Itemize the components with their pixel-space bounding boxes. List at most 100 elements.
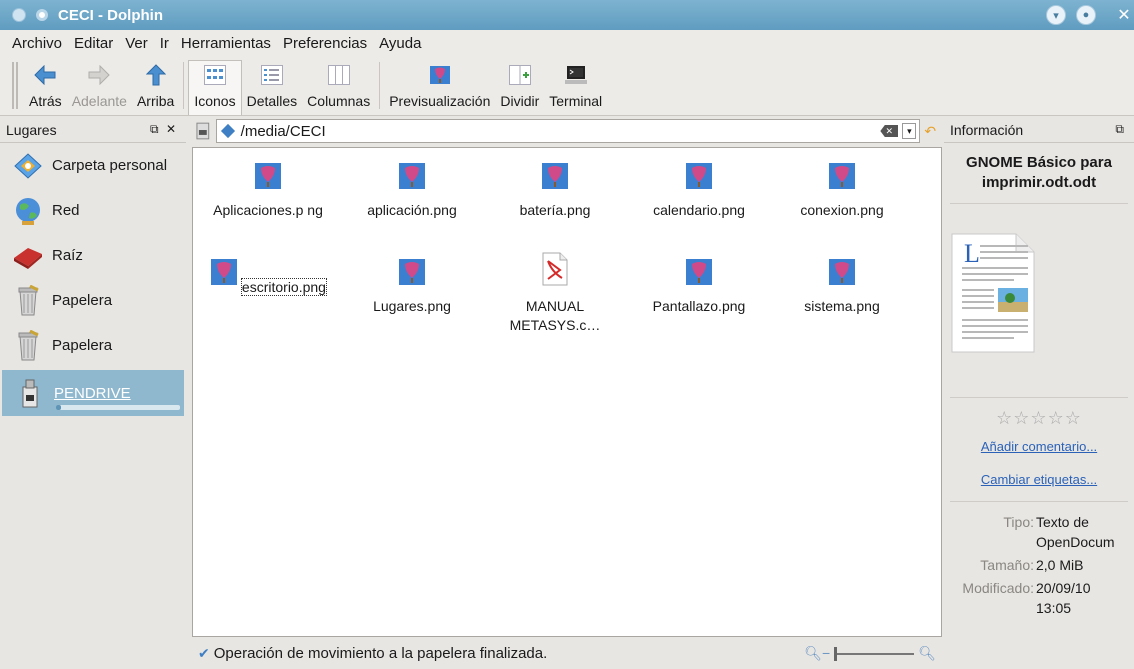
zoom-slider-handle[interactable] (834, 646, 838, 661)
menu-archivo[interactable]: Archivo (12, 35, 62, 52)
location-mode-icon[interactable] (194, 121, 212, 141)
window-menu-icon[interactable] (12, 8, 26, 22)
add-comment-link[interactable]: Añadir comentario... (944, 439, 1134, 454)
file-name: calendario.png (653, 202, 745, 218)
file-name: MANUAL METASYS.c… (509, 298, 601, 333)
float-panel-icon[interactable]: ⧉ (150, 122, 161, 136)
file-name: Pantallazo.png (652, 298, 746, 314)
usb-drive-icon (22, 379, 38, 408)
maximize-button[interactable]: ● (1076, 5, 1096, 25)
selected-file-name: GNOME Básico para imprimir.odt.odt (950, 143, 1128, 204)
file-name: escritorio.png (240, 278, 327, 296)
image-file-icon (686, 163, 712, 189)
place-label: PENDRIVE (54, 384, 131, 402)
file-item[interactable]: MANUAL METASYS.c… (485, 252, 625, 335)
file-item[interactable]: Pantallazo.png (629, 258, 769, 316)
terminal-button[interactable]: Terminal (544, 56, 607, 115)
places-panel-header: Lugares ⧉ ✕ (0, 117, 186, 143)
file-item[interactable]: sistema.png (772, 258, 912, 316)
info-panel-title: Información (950, 121, 1024, 138)
info-panel-header: Información ⧉ (944, 117, 1134, 143)
toolbar-grip[interactable] (12, 62, 18, 109)
place-label: Papelera (52, 292, 113, 309)
size-value: 2,0 MiB (1036, 557, 1084, 573)
minimize-button[interactable]: ▾ (1046, 5, 1066, 25)
zoom-out-icon[interactable]: 🔍︎− (804, 645, 830, 662)
float-panel-icon[interactable]: ⧉ (1115, 122, 1126, 136)
undo-icon[interactable]: ↶ (924, 123, 942, 140)
arrow-left-icon (33, 63, 57, 87)
up-button[interactable]: Arriba (132, 56, 179, 115)
file-item[interactable]: aplicación.png (342, 162, 482, 220)
split-label: Dividir (500, 93, 540, 109)
icons-view-button[interactable]: Iconos (188, 60, 242, 115)
menu-editar[interactable]: Editar (74, 35, 113, 52)
svg-text:L: L (964, 239, 980, 268)
file-view[interactable]: Aplicaciones.p ng aplicación.png batería… (192, 147, 942, 637)
split-view-icon (508, 63, 532, 87)
place-root[interactable]: Raíz (0, 233, 186, 278)
icons-view-icon (203, 63, 227, 87)
place-home[interactable]: Carpeta personal (0, 143, 186, 188)
close-button[interactable]: ✕ (1114, 5, 1134, 25)
columns-view-button[interactable]: Columnas (302, 56, 375, 115)
file-name: Lugares.png (373, 298, 451, 314)
terminal-label: Terminal (549, 93, 603, 109)
file-name: sistema.png (804, 298, 880, 314)
file-item[interactable]: Aplicaciones.p ng (198, 162, 338, 220)
place-pendrive[interactable]: PENDRIVE (2, 370, 184, 416)
place-network[interactable]: Red (0, 188, 186, 233)
file-item[interactable]: conexion.png (772, 162, 912, 220)
menu-ver[interactable]: Ver (125, 35, 148, 52)
document-preview-icon: L (951, 233, 1035, 353)
up-label: Arriba (136, 93, 175, 109)
zoom-slider[interactable] (834, 646, 915, 661)
image-file-icon (255, 163, 281, 189)
menu-ayuda[interactable]: Ayuda (379, 35, 421, 52)
file-name: aplicación.png (367, 202, 457, 218)
size-label: Tamaño: (980, 557, 1034, 573)
details-view-button[interactable]: Detalles (242, 56, 303, 115)
clear-location-icon[interactable]: ✕ (880, 125, 899, 137)
file-item[interactable]: escritorio.png (198, 258, 338, 297)
location-history-dropdown[interactable]: ▾ (902, 123, 917, 139)
file-name: Aplicaciones.p ng (213, 202, 323, 218)
toolbar-separator (379, 62, 381, 109)
status-bar: ✔ Operación de movimiento a la papelera … (192, 637, 942, 669)
forward-button[interactable]: Adelante (67, 56, 132, 115)
places-panel: Lugares ⧉ ✕ Carpeta personal Red Raíz Pa… (0, 117, 186, 669)
change-tags-link[interactable]: Cambiar etiquetas... (944, 472, 1134, 487)
menu-ir[interactable]: Ir (160, 35, 169, 52)
trash-icon (18, 284, 39, 315)
preview-icon (428, 63, 452, 87)
back-button[interactable]: Atrás (24, 56, 67, 115)
file-item[interactable]: Lugares.png (342, 258, 482, 316)
file-item[interactable]: batería.png (485, 162, 625, 220)
back-label: Atrás (29, 93, 62, 109)
menu-herramientas[interactable]: Herramientas (181, 35, 271, 52)
close-panel-icon[interactable]: ✕ (166, 122, 178, 136)
file-item[interactable]: calendario.png (629, 162, 769, 220)
root-folder-icon (14, 247, 42, 269)
image-file-icon (829, 163, 855, 189)
location-field[interactable]: /media/CECI ✕ ▾ (215, 119, 921, 143)
menu-preferencias[interactable]: Preferencias (283, 35, 367, 52)
file-name: conexion.png (800, 202, 884, 218)
pdf-file-icon (542, 252, 568, 286)
place-label: Red (52, 202, 80, 219)
modified-value: 20/09/10 13:05 (1036, 580, 1091, 616)
forward-label: Adelante (71, 93, 127, 109)
trash-icon (18, 329, 39, 360)
split-button[interactable]: Dividir (495, 56, 544, 115)
rating-stars[interactable]: ☆☆☆☆☆ (950, 397, 1128, 429)
app-icon (36, 9, 48, 21)
menu-bar: Archivo Editar Ver Ir Herramientas Prefe… (0, 30, 1134, 56)
zoom-in-icon[interactable]: 🔍︎ (918, 645, 936, 662)
place-label: Carpeta personal (52, 157, 168, 174)
place-trash-1[interactable]: Papelera (0, 278, 186, 323)
preview-button[interactable]: Previsualización (384, 56, 495, 115)
pendrive-usage-fill (56, 405, 61, 410)
location-drive-icon (220, 123, 235, 139)
place-trash-2[interactable]: Papelera (0, 323, 186, 368)
image-file-icon (399, 259, 425, 285)
